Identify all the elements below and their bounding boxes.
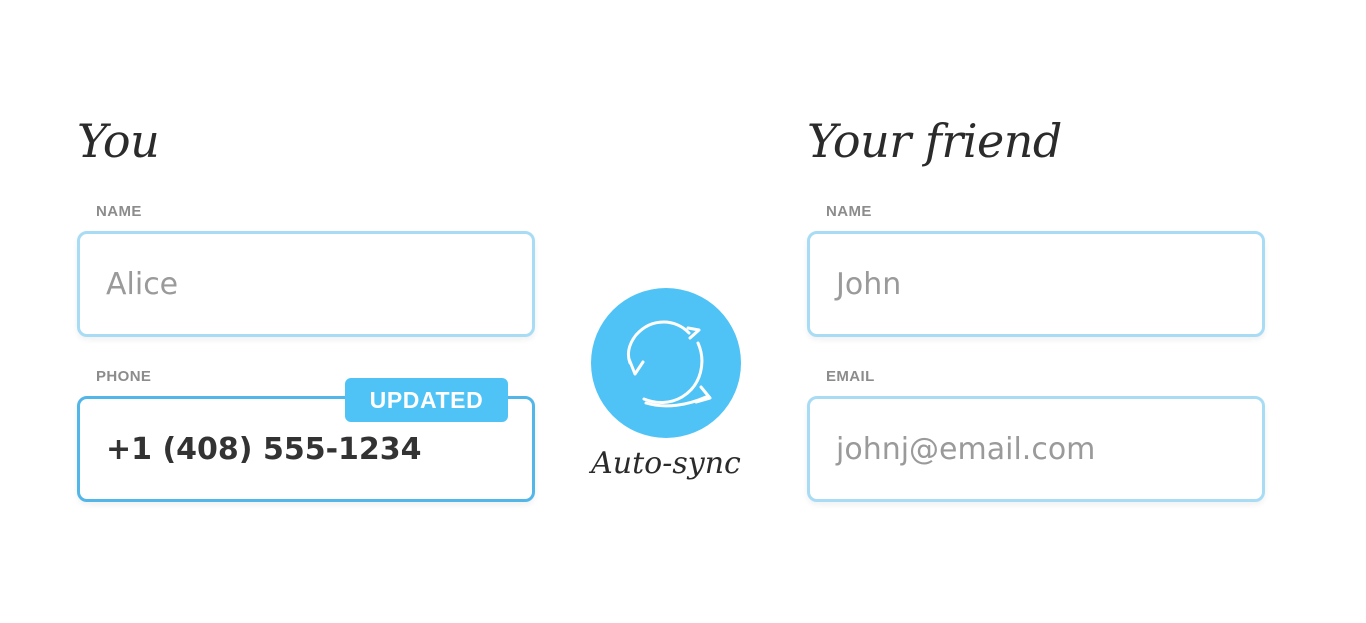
updated-badge: UPDATED [345, 378, 508, 422]
phone-field-label: PHONE [96, 368, 152, 385]
refresh-icon [626, 320, 712, 408]
you-name-value: Alice [106, 266, 179, 302]
friend-heading: Your friend [807, 114, 1062, 168]
friend-name-value: John [836, 266, 902, 302]
name-field-label: NAME [96, 203, 142, 220]
friend-email-value: johnj@email.com [836, 431, 1096, 467]
friend-name-field[interactable]: John [807, 231, 1265, 337]
email-field-label: EMAIL [826, 368, 875, 385]
name-field-label: NAME [826, 203, 872, 220]
auto-sync-widget: Auto-sync [583, 288, 749, 508]
friend-panel: Your friend NAME John EMAIL johnj@email.… [807, 105, 1267, 502]
sync-circle [591, 288, 741, 438]
you-name-field[interactable]: Alice [77, 231, 535, 337]
auto-sync-label: Auto-sync [591, 446, 741, 481]
you-heading: You [77, 114, 160, 168]
you-phone-value: +1 (408) 555-1234 [106, 431, 422, 467]
you-panel: You NAME Alice PHONE UPDATED +1 (408) 55… [77, 105, 537, 502]
friend-email-field[interactable]: johnj@email.com [807, 396, 1265, 502]
